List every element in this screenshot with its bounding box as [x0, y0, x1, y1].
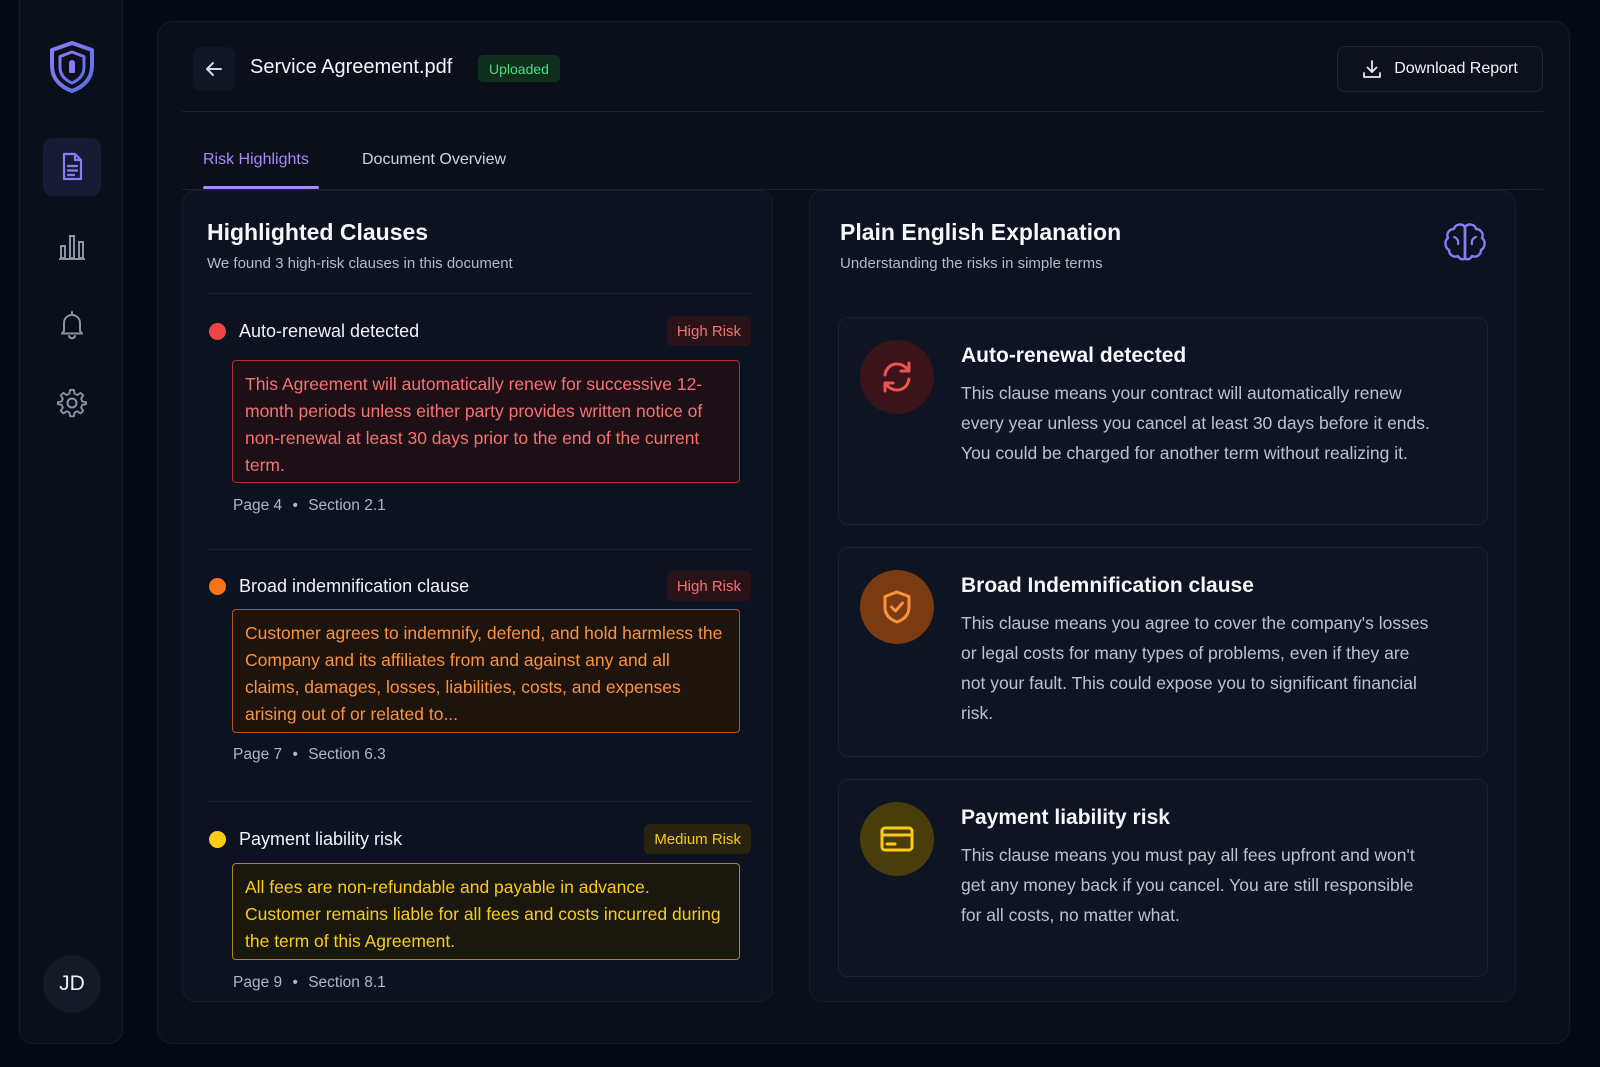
- card-text: This clause means you agree to cover the…: [961, 613, 1429, 723]
- page-ref: Page 9: [233, 974, 283, 991]
- tab-risk-highlights[interactable]: Risk Highlights: [203, 151, 309, 169]
- panel-subtitle: We found 3 high-risk clauses in this doc…: [207, 255, 513, 272]
- risk-badge: Medium Risk: [644, 824, 751, 854]
- explanation-card[interactable]: Payment liability risk This clause means…: [838, 779, 1488, 977]
- clause-reference: Page 7 • Section 6.3: [233, 746, 386, 763]
- risk-badge: High Risk: [666, 316, 751, 346]
- main-content: Service Agreement.pdf Uploaded Download …: [157, 21, 1570, 1044]
- risk-dot: [209, 831, 226, 848]
- card-text: This clause means your contract will aut…: [961, 383, 1430, 463]
- risk-badge: High Risk: [666, 571, 751, 601]
- gear-icon: [56, 389, 88, 418]
- clause-excerpt: Customer agrees to indemnify, defend, an…: [232, 609, 740, 733]
- risk-dot: [209, 323, 226, 340]
- download-icon: [1363, 60, 1382, 78]
- clause-item[interactable]: Auto-renewal detected High Risk This Agr…: [207, 313, 751, 523]
- nav-analytics[interactable]: [43, 218, 101, 276]
- page-ref: Page 7: [233, 746, 283, 763]
- page-ref: Page 4: [233, 497, 283, 514]
- card-text: This clause means you must pay all fees …: [961, 845, 1415, 925]
- clause-excerpt: This Agreement will automatically renew …: [232, 360, 740, 483]
- clause-excerpt: All fees are non-refundable and payable …: [232, 863, 740, 960]
- nav-notifications[interactable]: [43, 296, 101, 354]
- panel-subtitle: Understanding the risks in simple terms: [840, 255, 1103, 272]
- card-title: Auto-renewal detected: [961, 344, 1187, 367]
- section-ref: Section 8.1: [308, 974, 386, 991]
- card-title: Payment liability risk: [961, 806, 1170, 829]
- active-tab-indicator: [203, 186, 319, 189]
- credit-card-icon: [860, 802, 934, 876]
- clause-item[interactable]: Broad indemnification clause High Risk C…: [207, 568, 751, 778]
- bell-icon: [61, 311, 83, 340]
- refresh-icon: [860, 340, 934, 414]
- clause-item[interactable]: Payment liability risk Medium Risk All f…: [207, 821, 751, 1001]
- clause-title: Broad indemnification clause: [239, 576, 470, 596]
- explanation-panel: Plain English Explanation Understanding …: [809, 190, 1516, 1002]
- nav-settings[interactable]: [43, 374, 101, 432]
- divider: [207, 549, 751, 550]
- nav-documents[interactable]: [43, 138, 101, 196]
- arrow-left-icon: [206, 62, 222, 76]
- tab-bar: Risk Highlights Document Overview: [182, 112, 1543, 190]
- explanation-card[interactable]: Broad Indemnification clause This clause…: [838, 547, 1488, 757]
- section-ref: Section 2.1: [308, 497, 386, 514]
- brain-icon: [1441, 219, 1489, 272]
- explanation-card[interactable]: Auto-renewal detected This clause means …: [838, 317, 1488, 525]
- risk-dot: [209, 578, 226, 595]
- divider: [207, 293, 751, 294]
- clause-reference: Page 9 • Section 8.1: [233, 974, 386, 991]
- back-button[interactable]: [193, 47, 235, 91]
- clause-reference: Page 4 • Section 2.1: [233, 497, 386, 514]
- tab-document-overview[interactable]: Document Overview: [362, 151, 506, 169]
- section-ref: Section 6.3: [308, 746, 386, 763]
- download-report-label: Download Report: [1394, 60, 1518, 77]
- document-title: Service Agreement.pdf: [250, 56, 453, 78]
- highlighted-clauses-panel: Highlighted Clauses We found 3 high-risk…: [182, 190, 773, 1002]
- shield-logo-icon[interactable]: [47, 40, 97, 94]
- document-header: Service Agreement.pdf Uploaded Download …: [182, 22, 1543, 112]
- download-report-button[interactable]: Download Report: [1337, 46, 1543, 92]
- clause-title: Payment liability risk: [239, 829, 403, 849]
- status-badge: Uploaded: [478, 55, 560, 82]
- panel-title: Plain English Explanation: [840, 219, 1122, 245]
- shield-check-icon: [860, 570, 934, 644]
- panel-title: Highlighted Clauses: [207, 219, 429, 245]
- divider: [207, 801, 751, 802]
- user-avatar[interactable]: JD: [43, 955, 101, 1013]
- document-icon: [62, 152, 83, 181]
- clause-title: Auto-renewal detected: [239, 321, 420, 341]
- sidebar: JD: [19, 0, 123, 1044]
- card-title: Broad Indemnification clause: [961, 574, 1254, 597]
- bar-chart-icon: [59, 235, 85, 260]
